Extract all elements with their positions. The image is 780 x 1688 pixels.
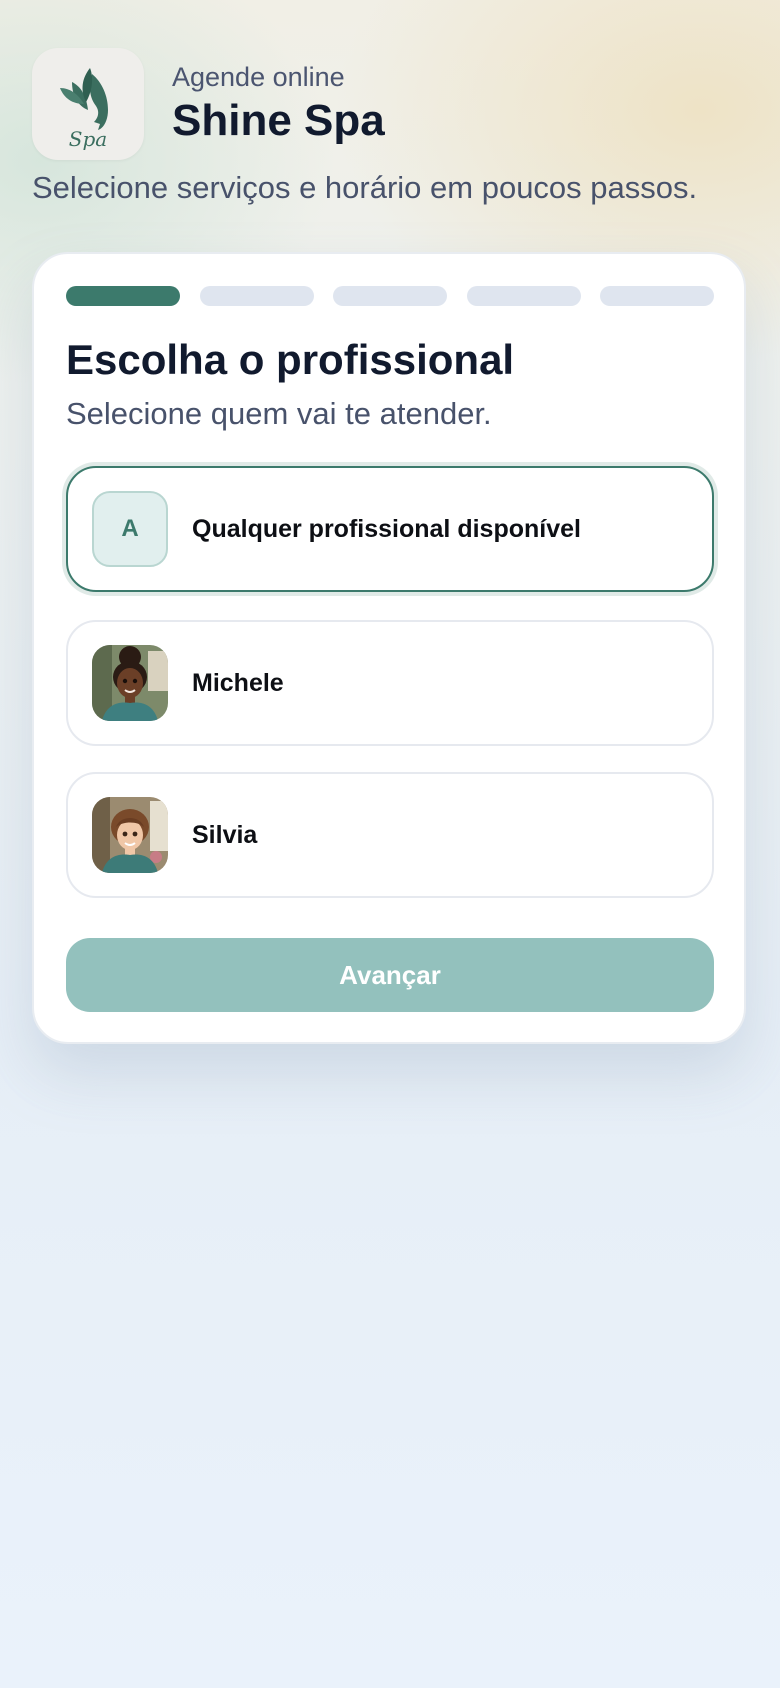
professional-option-michele[interactable]: Michele (66, 620, 714, 746)
progress-step-1 (66, 286, 180, 306)
app-header: Spa Agende online Shine Spa (32, 48, 385, 160)
spa-logo-text: Spa (69, 127, 107, 150)
page-tagline: Selecione serviços e horário em poucos p… (32, 170, 698, 205)
progress-step-4 (466, 286, 581, 306)
step-progress (66, 286, 714, 306)
progress-step-5 (600, 286, 714, 306)
woman-avatar-brown-hair (92, 797, 168, 873)
progress-step-2 (199, 286, 314, 306)
booking-card: Escolha o profissional Selecione quem va… (32, 252, 746, 1044)
progress-step-3 (333, 286, 447, 306)
woman-avatar-curly-bun (92, 645, 168, 721)
any-professional-avatar: A (92, 491, 168, 567)
app-title: Shine Spa (172, 96, 385, 145)
step-title: Escolha o profissional (66, 336, 515, 383)
professional-name: Qualquer profissional disponível (192, 514, 581, 543)
professional-name: Silvia (192, 820, 258, 849)
professional-name: Michele (192, 668, 284, 697)
spa-face-leaf-icon: Spa (60, 68, 108, 150)
next-button[interactable]: Avançar (66, 938, 714, 1012)
professional-option-any[interactable]: A Qualquer profissional disponível (66, 466, 714, 592)
step-subtitle: Selecione quem vai te atender. (66, 396, 492, 431)
professional-option-silvia[interactable]: Silvia (66, 772, 714, 898)
header-eyebrow: Agende online (172, 62, 345, 92)
spa-logo: Spa (32, 48, 144, 160)
